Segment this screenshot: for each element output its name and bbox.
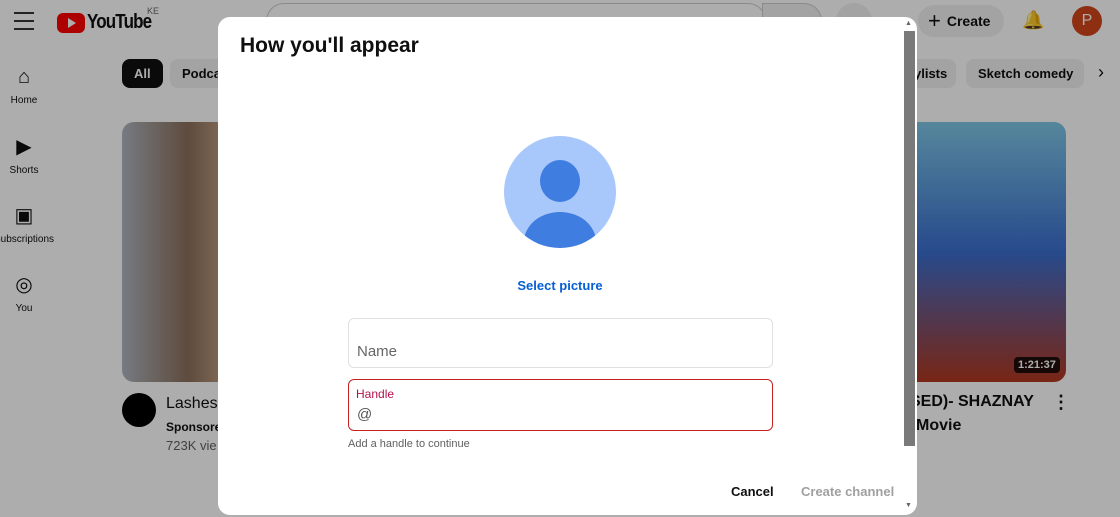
handle-field[interactable]: Handle @	[348, 379, 773, 431]
handle-helper-text: Add a handle to continue	[348, 438, 470, 450]
scroll-down-arrow[interactable]: ▼	[905, 502, 912, 509]
person-icon	[540, 160, 580, 202]
select-picture-link[interactable]: Select picture	[460, 278, 660, 293]
person-body	[524, 212, 596, 248]
cancel-button[interactable]: Cancel	[723, 482, 782, 501]
scrollbar-thumb[interactable]	[904, 31, 915, 446]
dialog-title: How you'll appear	[240, 34, 419, 57]
handle-prefix: @	[357, 406, 373, 423]
create-channel-button[interactable]: Create channel	[795, 482, 900, 501]
handle-label: Handle	[356, 387, 395, 401]
name-field[interactable]: Name	[348, 318, 773, 368]
scroll-up-arrow[interactable]: ▲	[905, 20, 912, 27]
profile-picture-placeholder[interactable]	[504, 136, 616, 248]
create-channel-dialog: How you'll appear Select picture Name Ha…	[218, 17, 917, 515]
name-placeholder: Name	[357, 343, 398, 360]
